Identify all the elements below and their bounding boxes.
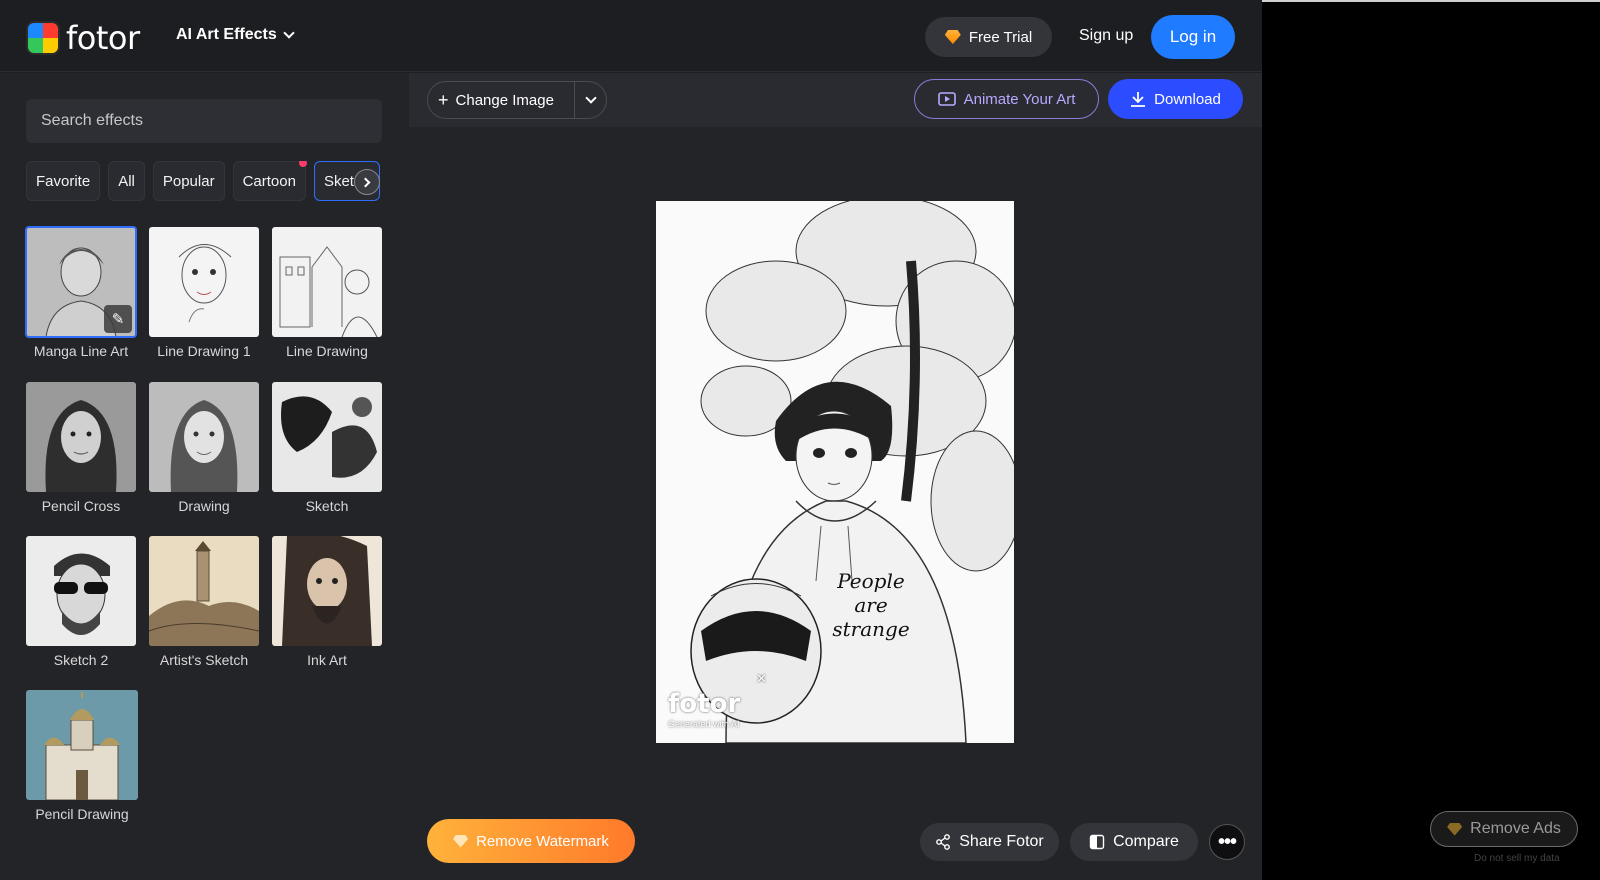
download-button[interactable]: Download (1108, 79, 1243, 119)
download-label: Download (1154, 90, 1221, 108)
animate-icon (937, 92, 956, 106)
editor-toolbar: + Change Image Animate Your Art Download (409, 73, 1262, 127)
fotor-logo-icon (26, 21, 60, 55)
ai-art-effects-label: AI Art Effects (176, 26, 277, 43)
effect-card-sketch-2[interactable]: Sketch 2 (26, 536, 136, 668)
effects-sidebar: Search effects Favorite All Popular Cart… (0, 73, 409, 880)
tab-all[interactable]: All (108, 161, 145, 201)
effect-label: Line Drawing (286, 343, 368, 359)
effect-card-drawing[interactable]: Drawing (149, 382, 259, 514)
effect-card-ink-art[interactable]: Ink Art (272, 536, 382, 668)
plus-icon: + (438, 90, 449, 110)
effect-label: Pencil Cross (41, 498, 121, 514)
tab-cartoon[interactable]: Cartoon (232, 161, 307, 201)
change-image-dropdown[interactable] (575, 92, 606, 104)
watermark: fotor Generated with AI (668, 689, 740, 729)
effect-thumbnail (272, 536, 382, 646)
effect-label: Sketch 2 (53, 652, 109, 668)
diamond-icon (1447, 822, 1463, 836)
chevron-down-icon (584, 92, 597, 104)
effect-label: Artist's Sketch (159, 652, 249, 668)
diamond-icon (453, 834, 469, 848)
logo-text: fotor (66, 19, 140, 57)
effect-label: Drawing (178, 498, 230, 514)
effect-label: Manga Line Art (33, 343, 129, 359)
effect-card-pencil-drawing[interactable]: Pencil Drawing (26, 690, 138, 822)
tab-popular[interactable]: Popular (152, 161, 225, 201)
effect-thumbnail (26, 382, 136, 492)
effect-thumbnail (26, 690, 138, 800)
close-watermark-icon[interactable]: ✕ (756, 671, 767, 687)
effect-card-manga-line-art[interactable]: ✎ Manga Line Art (25, 226, 137, 359)
chevron-right-icon (360, 177, 371, 187)
generated-artwork-image: People are strange ✕ fotor Generated wit… (656, 201, 1014, 743)
change-image-button[interactable]: + Change Image (428, 82, 575, 118)
effect-label: Sketch (305, 498, 349, 514)
remove-ads-button[interactable]: Remove Ads (1430, 811, 1578, 847)
watermark-logo: fotor (668, 689, 741, 719)
animate-label: Animate Your Art (963, 90, 1076, 108)
remove-ads-label: Remove Ads (1470, 820, 1561, 837)
effect-label: Pencil Drawing (35, 806, 129, 822)
chevron-down-icon (283, 27, 295, 39)
effect-thumbnail: ✎ (25, 226, 137, 338)
edit-effect-icon[interactable]: ✎ (104, 305, 132, 333)
effect-label: Ink Art (307, 652, 347, 668)
shirt-text-line-2: are strange (832, 593, 910, 641)
new-indicator-dot (298, 161, 307, 167)
watermark-subtitle: Generated with AI (668, 719, 740, 729)
shirt-text: People are strange (816, 569, 926, 641)
share-icon (936, 834, 951, 850)
effect-thumbnail (149, 536, 259, 646)
tab-cartoon-label: Cartoon (242, 172, 296, 190)
animate-your-art-button[interactable]: Animate Your Art (914, 79, 1099, 119)
share-label: Share Fotor (959, 833, 1044, 850)
change-image-label: Change Image (455, 91, 554, 109)
log-in-button[interactable]: Log in (1151, 15, 1235, 59)
free-trial-button[interactable]: Free Trial (925, 17, 1052, 57)
more-options-button[interactable]: ••• (1209, 824, 1245, 860)
effect-thumbnail (272, 227, 382, 337)
download-icon (1131, 92, 1146, 107)
effect-thumbnail (272, 382, 382, 492)
ai-art-effects-menu[interactable]: AI Art Effects (176, 26, 295, 44)
more-dots-icon: ••• (1217, 830, 1237, 853)
effect-card-line-drawing[interactable]: Line Drawing (272, 227, 382, 359)
shirt-text-line-1: People (837, 569, 905, 593)
diamond-icon (944, 30, 961, 44)
categories-next-button[interactable] (354, 169, 380, 195)
effect-thumbnail (149, 227, 259, 337)
top-header: fotor AI Art Effects Free Trial Sign up … (0, 2, 1262, 72)
sign-up-link[interactable]: Sign up (1079, 27, 1133, 45)
effect-label: Line Drawing 1 (157, 343, 251, 359)
effect-card-pencil-cross[interactable]: Pencil Cross (26, 382, 136, 514)
effect-card-line-drawing-1[interactable]: Line Drawing 1 (149, 227, 259, 359)
effect-card-artists-sketch[interactable]: Artist's Sketch (149, 536, 259, 668)
share-fotor-button[interactable]: Share Fotor (920, 823, 1059, 861)
effect-thumbnail (149, 382, 259, 492)
remove-watermark-label: Remove Watermark (476, 832, 609, 850)
image-canvas: People are strange ✕ fotor Generated wit… (409, 127, 1262, 880)
remove-watermark-button[interactable]: Remove Watermark (427, 819, 635, 863)
change-image-control: + Change Image (427, 81, 607, 119)
effect-thumbnail (26, 536, 136, 646)
do-not-sell-link[interactable]: Do not sell my data (1474, 853, 1560, 864)
search-effects-input[interactable]: Search effects (26, 99, 382, 143)
effect-card-sketch[interactable]: Sketch (272, 382, 382, 514)
tab-favorite[interactable]: Favorite (26, 161, 101, 201)
compare-icon (1089, 834, 1105, 850)
app-window: fotor AI Art Effects Free Trial Sign up … (0, 0, 1262, 880)
compare-label: Compare (1113, 833, 1179, 850)
category-tabs: Favorite All Popular Cartoon Sketch (26, 161, 382, 201)
compare-button[interactable]: Compare (1070, 823, 1198, 861)
fotor-logo[interactable]: fotor (26, 19, 140, 57)
free-trial-label: Free Trial (968, 28, 1033, 46)
